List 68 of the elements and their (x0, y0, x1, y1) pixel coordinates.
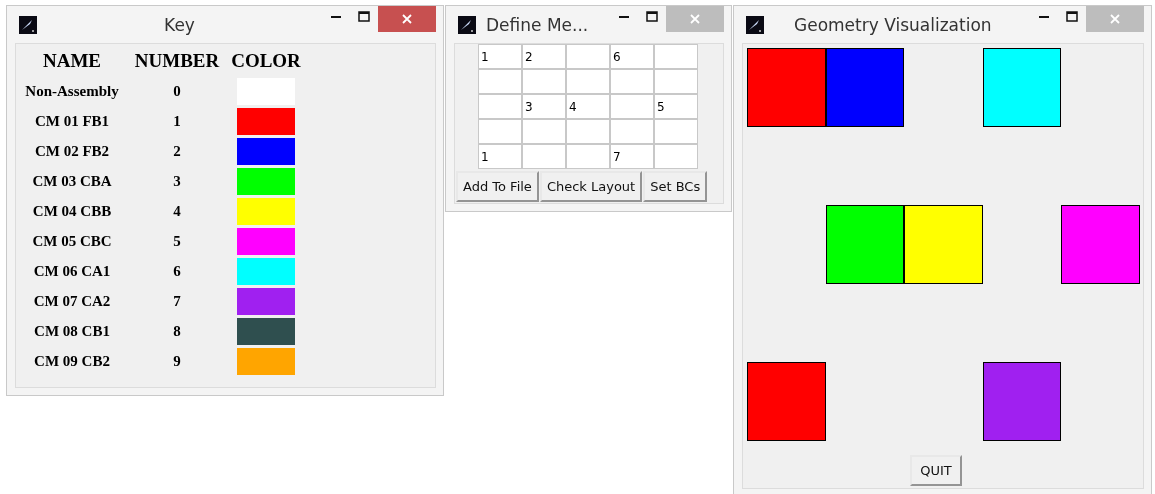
table-cell-text: CM 08 CB1 (33, 322, 111, 341)
input-field[interactable] (610, 119, 654, 144)
table-cell-text: CM 06 CA1 (32, 262, 112, 281)
column-header: NAME (41, 49, 103, 73)
maximize-icon (358, 11, 370, 23)
action-button[interactable]: Set BCs (643, 171, 708, 202)
quit-button[interactable]: QUIT (910, 454, 962, 486)
input-field[interactable]: 2 (522, 44, 566, 69)
input-field[interactable]: 4 (566, 94, 610, 119)
window-title: Geometry Visualization (793, 14, 993, 35)
window-title: Define Me... (486, 14, 590, 35)
input-field[interactable] (566, 144, 610, 169)
input-field[interactable] (522, 144, 566, 169)
action-button[interactable]: Add To File (456, 171, 539, 202)
input-field[interactable]: 3 (522, 94, 566, 119)
table-cell-text: 9 (172, 352, 182, 371)
input-field[interactable]: 1 (478, 144, 522, 169)
table-cell-text: CM 09 CB2 (33, 352, 111, 371)
close-icon (689, 13, 701, 25)
input-field[interactable]: 6 (610, 44, 654, 69)
table-cell-text: CM 02 FB2 (33, 142, 111, 161)
input-field[interactable] (522, 69, 566, 94)
table-cell-text: CM 03 CBA (31, 172, 113, 191)
table-cell-text: 4 (172, 202, 182, 221)
column-header: NUMBER (133, 49, 221, 73)
input-field[interactable] (478, 69, 522, 94)
table-cell-text: CM 07 CA2 (32, 292, 112, 311)
table-cell-text: 6 (172, 262, 182, 281)
table-cell-text: 0 (172, 82, 182, 101)
table-cell-text: 8 (172, 322, 182, 341)
input-field[interactable] (566, 69, 610, 94)
input-field[interactable]: 5 (654, 94, 698, 119)
minimize-icon (331, 16, 341, 18)
minimize-icon (1039, 16, 1049, 18)
table-cell-text: 1 (172, 112, 182, 131)
close-icon (401, 13, 413, 25)
input-field[interactable]: 7 (610, 144, 654, 169)
table-cell-text: 5 (172, 232, 182, 251)
table-cell-text: CM 05 CBC (31, 232, 113, 251)
close-button[interactable] (378, 6, 436, 32)
table-cell-text: CM 01 FB1 (33, 112, 111, 131)
input-field[interactable] (654, 44, 698, 69)
input-field[interactable] (478, 119, 522, 144)
app-icon (746, 15, 764, 34)
column-header: COLOR (230, 49, 302, 73)
input-field[interactable] (654, 119, 698, 144)
table-cell-text: 3 (172, 172, 182, 191)
table-cell-text: CM 04 CBB (31, 202, 113, 221)
input-field[interactable] (610, 94, 654, 119)
input-field[interactable] (654, 144, 698, 169)
maximize-icon (646, 11, 658, 23)
table-cell-text: 2 (172, 142, 182, 161)
maximize-icon (1066, 11, 1078, 23)
table-cell-text: Non-Assembly (24, 82, 120, 101)
input-field[interactable] (566, 44, 610, 69)
window-title: Key (163, 14, 196, 35)
input-field[interactable]: 1 (478, 44, 522, 69)
input-field[interactable] (478, 94, 522, 119)
app-icon (458, 15, 476, 34)
action-button[interactable]: Check Layout (539, 171, 643, 202)
app-icon (19, 15, 37, 34)
table-cell-text: 7 (172, 292, 182, 311)
input-field[interactable] (566, 119, 610, 144)
minimize-icon (619, 16, 629, 18)
close-icon (1109, 13, 1121, 25)
input-field[interactable] (654, 69, 698, 94)
input-field[interactable] (610, 69, 654, 94)
input-field[interactable] (522, 119, 566, 144)
